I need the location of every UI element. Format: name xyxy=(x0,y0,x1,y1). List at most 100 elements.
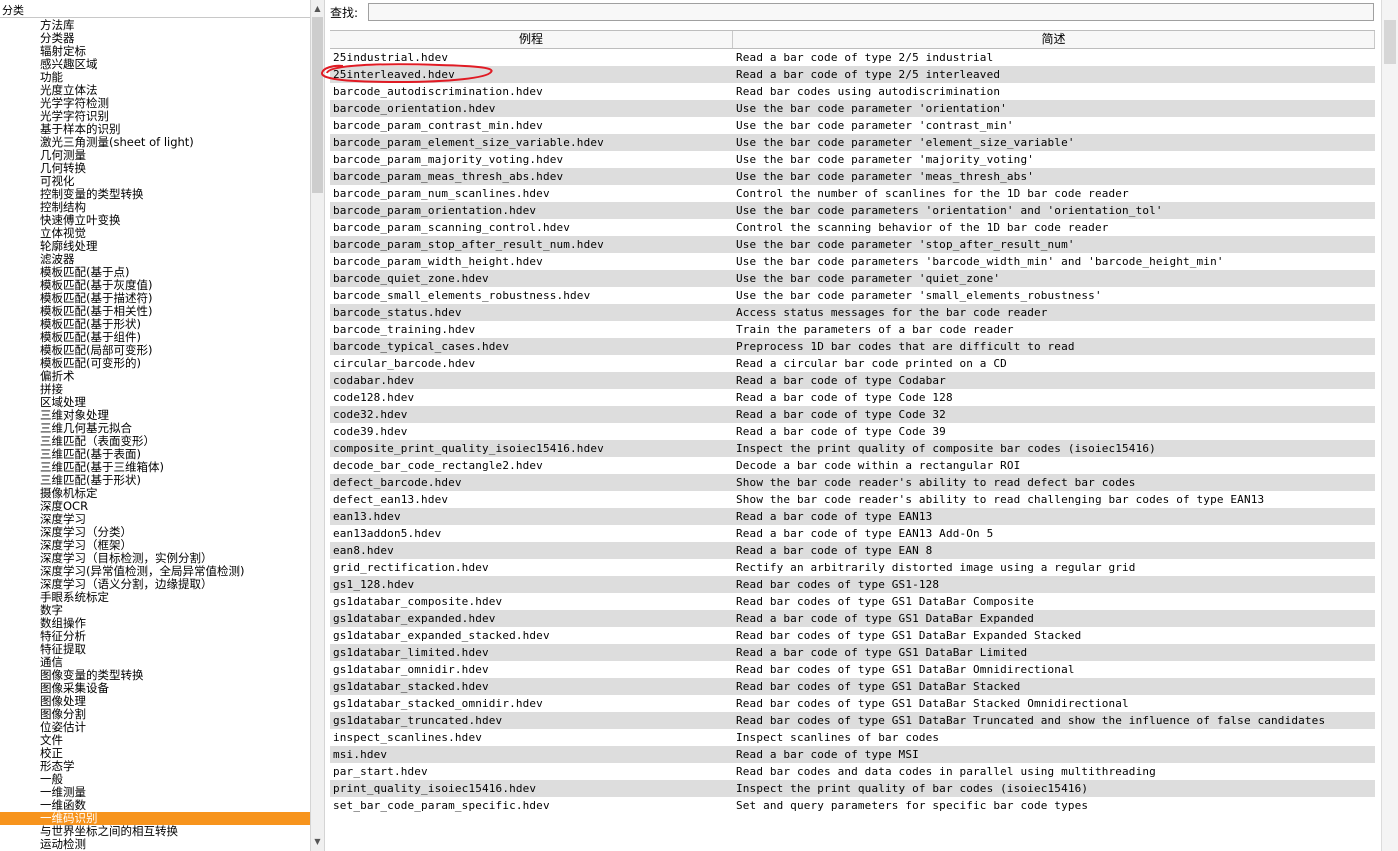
example-file-cell[interactable]: gs1databar_limited.hdev xyxy=(330,644,733,661)
example-file-cell[interactable]: ean8.hdev xyxy=(330,542,733,559)
category-item[interactable]: 模板匹配(基于点) xyxy=(0,266,310,279)
category-item[interactable]: 形态学 xyxy=(0,760,310,773)
example-description-cell[interactable]: Read a bar code of type 2/5 interleaved xyxy=(733,66,1375,83)
example-file-cell[interactable]: barcode_param_num_scanlines.hdev xyxy=(330,185,733,202)
example-description-cell[interactable]: Use the bar code parameter 'contrast_min… xyxy=(733,117,1375,134)
example-description-cell[interactable]: Read a bar code of type Code 39 xyxy=(733,423,1375,440)
table-row[interactable]: barcode_autodiscrimination.hdev Read bar … xyxy=(330,83,1375,100)
table-row[interactable]: barcode_small_elements_robustness.hdev Us… xyxy=(330,287,1375,304)
category-item[interactable]: 图像分割 xyxy=(0,708,310,721)
example-file-cell[interactable]: gs1databar_omnidir.hdev xyxy=(330,661,733,678)
table-row[interactable]: circular_barcode.hdev Read a circular bar… xyxy=(330,355,1375,372)
example-file-cell[interactable]: 25industrial.hdev xyxy=(330,49,733,66)
category-item[interactable]: 几何转换 xyxy=(0,162,310,175)
scroll-up-arrow-icon[interactable]: ▲ xyxy=(311,2,324,16)
example-file-cell[interactable]: msi.hdev xyxy=(330,746,733,763)
example-description-cell[interactable]: Preprocess 1D bar codes that are difficu… xyxy=(733,338,1375,355)
example-file-cell[interactable]: 25interleaved.hdev xyxy=(330,66,733,83)
category-item[interactable]: 模板匹配(局部可变形) xyxy=(0,344,310,357)
category-item[interactable]: 深度学习（分类） xyxy=(0,526,310,539)
table-row[interactable]: barcode_param_stop_after_result_num.hdev… xyxy=(330,236,1375,253)
category-item[interactable]: 模板匹配(基于形状) xyxy=(0,318,310,331)
table-row[interactable]: defect_barcode.hdev Show the bar code rea… xyxy=(330,474,1375,491)
example-file-cell[interactable]: print_quality_isoiec15416.hdev xyxy=(330,780,733,797)
category-item[interactable]: 基于样本的识别 xyxy=(0,123,310,136)
category-item[interactable]: 模板匹配(基于组件) xyxy=(0,331,310,344)
example-description-cell[interactable]: Use the bar code parameters 'orientation… xyxy=(733,202,1375,219)
category-item[interactable]: 功能 xyxy=(0,71,310,84)
example-file-cell[interactable]: defect_barcode.hdev xyxy=(330,474,733,491)
example-file-cell[interactable]: grid_rectification.hdev xyxy=(330,559,733,576)
example-description-cell[interactable]: Read a bar code of type Codabar xyxy=(733,372,1375,389)
category-item[interactable]: 控制结构 xyxy=(0,201,310,214)
example-description-cell[interactable]: Use the bar code parameter 'majority_vot… xyxy=(733,151,1375,168)
table-row[interactable]: gs1databar_stacked.hdev Read bar codes of… xyxy=(330,678,1375,695)
table-row[interactable]: msi.hdev Read a bar code of type MSI xyxy=(330,746,1375,763)
category-item[interactable]: 模板匹配(基于相关性) xyxy=(0,305,310,318)
example-description-cell[interactable]: Read a bar code of type EAN 8 xyxy=(733,542,1375,559)
example-description-cell[interactable]: Read bar codes of type GS1 DataBar Compo… xyxy=(733,593,1375,610)
table-row[interactable]: gs1databar_truncated.hdev Read bar codes … xyxy=(330,712,1375,729)
category-item[interactable]: 三维匹配(基于表面) xyxy=(0,448,310,461)
category-item[interactable]: 深度学习（目标检测，实例分割） xyxy=(0,552,310,565)
example-file-cell[interactable]: gs1_128.hdev xyxy=(330,576,733,593)
example-file-cell[interactable]: defect_ean13.hdev xyxy=(330,491,733,508)
example-description-cell[interactable]: Read bar codes of type GS1 DataBar Omnid… xyxy=(733,661,1375,678)
example-file-cell[interactable]: composite_print_quality_isoiec15416.hdev xyxy=(330,440,733,457)
category-item[interactable]: 深度学习 xyxy=(0,513,310,526)
table-row[interactable]: barcode_param_contrast_min.hdev Use the b… xyxy=(330,117,1375,134)
example-description-cell[interactable]: Use the bar code parameters 'barcode_wid… xyxy=(733,253,1375,270)
category-item[interactable]: 图像采集设备 xyxy=(0,682,310,695)
example-file-cell[interactable]: gs1databar_stacked_omnidir.hdev xyxy=(330,695,733,712)
example-description-cell[interactable]: Decode a bar code within a rectangular R… xyxy=(733,457,1375,474)
category-item[interactable]: 图像变量的类型转换 xyxy=(0,669,310,682)
category-item[interactable]: 与世界坐标之间的相互转换 xyxy=(0,825,310,838)
category-item[interactable]: 特征提取 xyxy=(0,643,310,656)
example-description-cell[interactable]: Access status messages for the bar code … xyxy=(733,304,1375,321)
table-row[interactable]: gs1databar_limited.hdev Read a bar code o… xyxy=(330,644,1375,661)
category-item[interactable]: 运动检测 xyxy=(0,838,310,851)
category-item[interactable]: 分类器 xyxy=(0,32,310,45)
example-description-cell[interactable]: Read a bar code of type Code 32 xyxy=(733,406,1375,423)
table-row[interactable]: barcode_param_orientation.hdev Use the ba… xyxy=(330,202,1375,219)
example-description-cell[interactable]: Set and query parameters for specific ba… xyxy=(733,797,1375,814)
category-item[interactable]: 感兴趣区域 xyxy=(0,58,310,71)
category-item[interactable]: 手眼系统标定 xyxy=(0,591,310,604)
category-item[interactable]: 模板匹配(可变形的) xyxy=(0,357,310,370)
table-row[interactable]: 25industrial.hdev Read a bar code of type… xyxy=(330,49,1375,66)
table-row[interactable]: ean13addon5.hdev Read a bar code of type … xyxy=(330,525,1375,542)
category-item[interactable]: 区域处理 xyxy=(0,396,310,409)
category-item[interactable]: 激光三角测量(sheet of light) xyxy=(0,136,310,149)
example-description-cell[interactable]: Inspect scanlines of bar codes xyxy=(733,729,1375,746)
category-item[interactable]: 控制变量的类型转换 xyxy=(0,188,310,201)
example-file-cell[interactable]: code39.hdev xyxy=(330,423,733,440)
example-description-cell[interactable]: Read bar codes using autodiscrimination xyxy=(733,83,1375,100)
category-item[interactable]: 辐射定标 xyxy=(0,45,310,58)
table-row[interactable]: gs1databar_expanded.hdev Read a bar code … xyxy=(330,610,1375,627)
example-file-cell[interactable]: ean13.hdev xyxy=(330,508,733,525)
example-description-cell[interactable]: Read bar codes of type GS1 DataBar Trunc… xyxy=(733,712,1375,729)
example-file-cell[interactable]: gs1databar_expanded.hdev xyxy=(330,610,733,627)
category-item[interactable]: 光度立体法 xyxy=(0,84,310,97)
example-description-cell[interactable]: Use the bar code parameter 'orientation' xyxy=(733,100,1375,117)
example-description-cell[interactable]: Show the bar code reader's ability to re… xyxy=(733,474,1375,491)
example-description-cell[interactable]: Inspect the print quality of composite b… xyxy=(733,440,1375,457)
example-file-cell[interactable]: barcode_param_scanning_control.hdev xyxy=(330,219,733,236)
example-description-cell[interactable]: Read a circular bar code printed on a CD xyxy=(733,355,1375,372)
category-item[interactable]: 三维对象处理 xyxy=(0,409,310,422)
example-file-cell[interactable]: gs1databar_composite.hdev xyxy=(330,593,733,610)
table-row[interactable]: gs1_128.hdev Read bar codes of type GS1-1… xyxy=(330,576,1375,593)
example-file-cell[interactable]: barcode_param_width_height.hdev xyxy=(330,253,733,270)
example-description-cell[interactable]: Control the number of scanlines for the … xyxy=(733,185,1375,202)
example-file-cell[interactable]: code128.hdev xyxy=(330,389,733,406)
example-description-cell[interactable]: Rectify an arbitrarily distorted image u… xyxy=(733,559,1375,576)
example-description-cell[interactable]: Read a bar code of type EAN13 xyxy=(733,508,1375,525)
example-file-cell[interactable]: barcode_param_meas_thresh_abs.hdev xyxy=(330,168,733,185)
example-file-cell[interactable]: gs1databar_truncated.hdev xyxy=(330,712,733,729)
table-row[interactable]: barcode_orientation.hdev Use the bar code… xyxy=(330,100,1375,117)
table-row[interactable]: gs1databar_stacked_omnidir.hdev Read bar … xyxy=(330,695,1375,712)
category-item[interactable]: 通信 xyxy=(0,656,310,669)
table-row[interactable]: codabar.hdev Read a bar code of type Coda… xyxy=(330,372,1375,389)
category-item[interactable]: 可视化 xyxy=(0,175,310,188)
example-file-cell[interactable]: barcode_param_element_size_variable.hdev xyxy=(330,134,733,151)
